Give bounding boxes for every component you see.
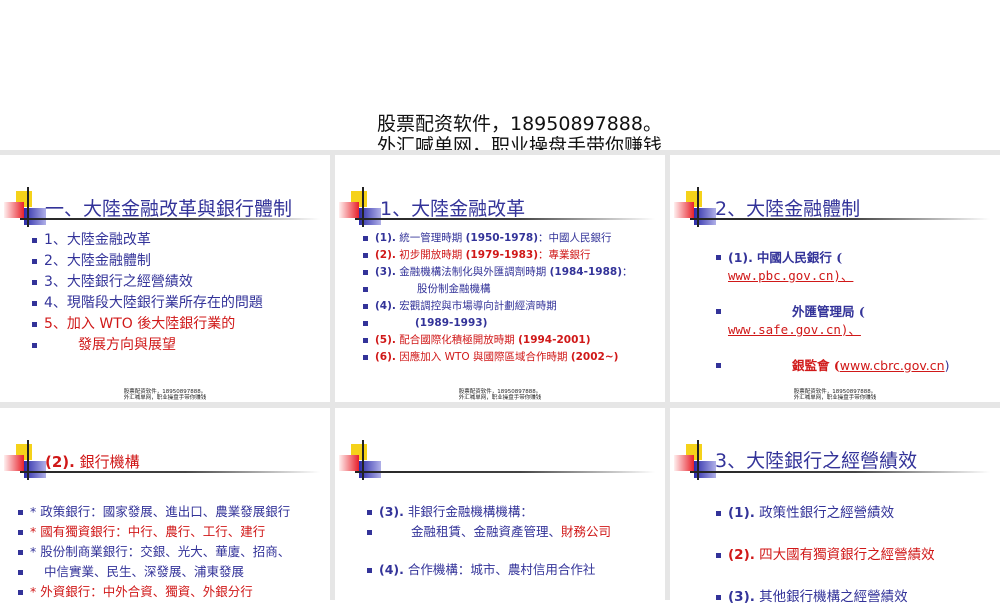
list-item: 3、大陸銀行之經營績效 <box>32 272 263 293</box>
list-item: (1). 政策性銀行之經營績效 <box>716 503 935 524</box>
list-item: (3). 非銀行金融機構機構： <box>367 502 611 522</box>
slide-3[interactable]: 2、大陸金融體制 (1). 中國人民銀行 (www.pbc.gov.cn)、 外… <box>670 155 1000 402</box>
list-item: (5). 配合國際化積極開放時期 (1994-2001) <box>363 332 633 349</box>
list-item: 4、現階段大陸銀行業所存在的問題 <box>32 293 263 314</box>
slide-title: 1、大陸金融改革 <box>380 198 526 220</box>
slide-6[interactable]: 3、大陸銀行之經營績效 (1). 政策性銀行之經營績效 (2). 四大國有獨資銀… <box>670 408 1000 608</box>
list-item: (4). 宏觀調控與市場導向計劃經濟時期 <box>363 298 633 315</box>
slide-footer: 股票配资软件，18950897888。 外汇喊单网，职业操盘手带你赚钱 <box>123 389 207 401</box>
slide-4[interactable]: (2). 銀行機構 * 政策銀行：國家發展、進出口、農業發展銀行 * 國有獨資銀… <box>0 408 330 608</box>
slide-logo-icon <box>339 440 389 484</box>
bullet-list: 1、大陸金融改革 2、大陸金融體制 3、大陸銀行之經營績效 4、現階段大陸銀行業… <box>32 230 263 356</box>
pbc-link[interactable]: www.pbc.gov.cn)、 <box>728 268 853 283</box>
list-item: * 股份制商業銀行：交銀、光大、華廈、招商、 <box>18 542 290 562</box>
list-item: 金融租賃、金融資產管理、財務公司 <box>367 522 611 542</box>
list-item: (3). 其他銀行機構之經營績效 <box>716 587 935 608</box>
slide-footer: 股票配资软件，18950897888。 外汇喊单网，职业操盘手带你赚钱 <box>793 389 877 401</box>
list-item: 發展方向與展望 <box>32 335 263 356</box>
bullet-list: * 政策銀行：國家發展、進出口、農業發展銀行 * 國有獨資銀行：中行、農行、工行… <box>18 502 290 602</box>
safe-link[interactable]: www.safe.gov.cn)、 <box>728 322 861 337</box>
bullet-list: (1). 政策性銀行之經營績效 (2). 四大國有獨資銀行之經營績效 (3). … <box>716 503 935 608</box>
list-item: (2). 四大國有獨資銀行之經營績效 <box>716 545 935 566</box>
slide-1[interactable]: 一、大陸金融改革與銀行體制 1、大陸金融改革 2、大陸金融體制 3、大陸銀行之經… <box>0 155 330 402</box>
slide-2[interactable]: 1、大陸金融改革 (1). 統一管理時期 (1950-1978)：中國人民銀行 … <box>335 155 665 402</box>
list-item: (3). 金融機構法制化與外匯調劑時期 (1984-1988)： <box>363 264 633 281</box>
top-banner: 股票配资软件，18950897888。 外汇喊单网，职业操盘手带你赚钱 <box>0 0 1000 150</box>
list-item: (1989-1993) <box>363 315 633 332</box>
bullet-list: (1). 中國人民銀行 (www.pbc.gov.cn)、 外匯管理局 (www… <box>716 249 949 375</box>
list-item: 2、大陸金融體制 <box>32 251 263 272</box>
list-item: 1、大陸金融改革 <box>32 230 263 251</box>
list-item: * 政策銀行：國家發展、進出口、農業發展銀行 <box>18 502 290 522</box>
list-item: * 外資銀行：中外合資、獨資、外銀分行 <box>18 582 290 602</box>
slide-title: 一、大陸金融改革與銀行體制 <box>45 198 293 220</box>
bullet-list: (3). 非銀行金融機構機構： 金融租賃、金融資產管理、財務公司 (4). 合作… <box>367 502 611 580</box>
list-item: * 國有獨資銀行：中行、農行、工行、建行 <box>18 522 290 542</box>
list-item: 5、加入 WTO 後大陸銀行業的 <box>32 314 263 335</box>
list-item: (1). 統一管理時期 (1950-1978)：中國人民銀行 <box>363 230 633 247</box>
list-item: (4). 合作機構：城市、農村信用合作社 <box>367 560 611 580</box>
slide-5[interactable]: (3). 非銀行金融機構機構： 金融租賃、金融資產管理、財務公司 (4). 合作… <box>335 408 665 608</box>
list-item: (1). 中國人民銀行 (www.pbc.gov.cn)、 <box>716 249 949 285</box>
list-item: (2). 初步開放時期 (1979-1983)：專業銀行 <box>363 247 633 264</box>
slide-footer: 股票配资软件，18950897888。 外汇喊单网，职业操盘手带你赚钱 <box>458 389 542 401</box>
cbrc-link[interactable]: www.cbrc.gov.cn <box>840 358 945 373</box>
bullet-list: (1). 統一管理時期 (1950-1978)：中國人民銀行 (2). 初步開放… <box>363 230 633 366</box>
slide-title: 3、大陸銀行之經營績效 <box>715 450 918 472</box>
list-item: 股份制金融機構 <box>363 281 633 298</box>
slide-title: (2). 銀行機構 <box>45 453 140 471</box>
slide-grid: 一、大陸金融改革與銀行體制 1、大陸金融改革 2、大陸金融體制 3、大陸銀行之經… <box>0 150 1000 608</box>
list-item: (6). 因應加入 WTO 與國際區域合作時期 (2002~) <box>363 349 633 366</box>
list-item: 中信實業、民生、深發展、浦東發展 <box>18 562 290 582</box>
list-item: 外匯管理局 (www.safe.gov.cn)、 <box>716 303 949 339</box>
title-rule <box>355 471 655 473</box>
slide-title: 2、大陸金融體制 <box>715 198 861 220</box>
list-item: 銀監會 (www.cbrc.gov.cn) <box>716 357 949 375</box>
headline: 股票配资软件，18950897888。 外汇喊单网，职业操盘手带你赚钱 <box>377 113 663 150</box>
